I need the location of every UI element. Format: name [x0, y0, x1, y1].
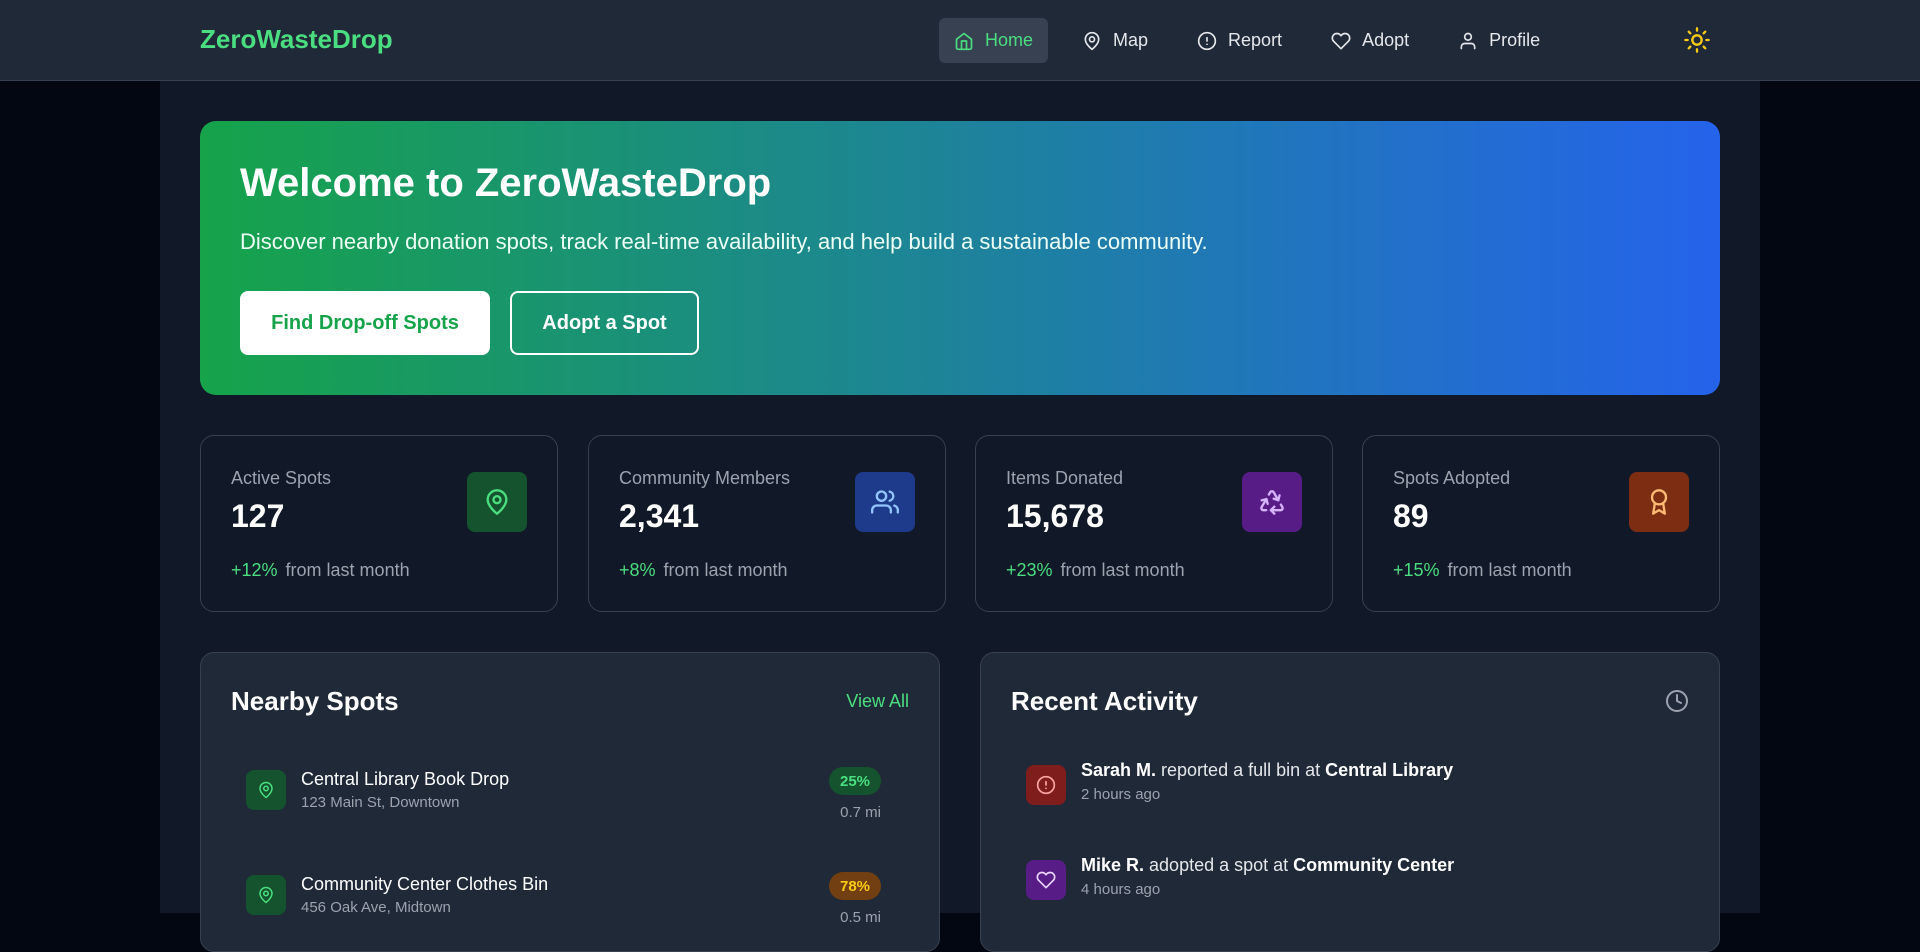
- recycle-icon: [1242, 472, 1302, 532]
- stat-value: 2,341: [619, 498, 700, 534]
- stat-suffix: from last month: [1060, 560, 1185, 580]
- list-item[interactable]: Central Library Book Drop 123 Main St, D…: [216, 753, 926, 823]
- hero-title: Welcome to ZeroWasteDrop: [240, 161, 772, 205]
- nav-item-home[interactable]: Home: [939, 18, 1049, 63]
- stat-label: Community Members: [619, 468, 791, 488]
- activity-place: Community Center: [1293, 855, 1455, 875]
- stat-card-spots-adopted: Spots Adopted 89 +15% from last month: [1362, 435, 1720, 612]
- hero-subtitle: Discover nearby donation spots, track re…: [240, 229, 1208, 254]
- stat-footer: +8% from last month: [619, 560, 788, 581]
- map-pin-icon: [1084, 31, 1100, 50]
- nav-item-label: Map: [1113, 30, 1149, 50]
- stat-footer: +12% from last month: [231, 560, 410, 581]
- activity-user: Mike R.: [1081, 855, 1145, 875]
- fill-level-badge: 78%: [829, 872, 881, 900]
- stat-card-active-spots: Active Spots 127 +12% from last month: [200, 435, 558, 612]
- heart-icon: [1331, 32, 1351, 50]
- stat-suffix: from last month: [285, 560, 410, 580]
- stat-card-items-donated: Items Donated 15,678 +23% from last month: [975, 435, 1333, 612]
- activity-action: adopted a spot at: [1144, 855, 1294, 875]
- activity-action: reported a full bin at: [1156, 760, 1326, 780]
- map-pin-icon: [246, 875, 286, 915]
- activity-item: Sarah M. reported a full bin at Central …: [996, 748, 1706, 818]
- activity-place: Central Library: [1325, 760, 1454, 780]
- spot-name: Central Library Book Drop: [301, 769, 510, 789]
- stat-card-community-members: Community Members 2,341 +8% from last mon…: [588, 435, 946, 612]
- view-all-link[interactable]: View All: [846, 691, 909, 712]
- nav-item-map[interactable]: Map: [1067, 18, 1163, 63]
- heart-icon: [1026, 860, 1066, 900]
- panel-title: Recent Activity: [1011, 686, 1198, 716]
- stat-label: Active Spots: [231, 468, 332, 488]
- user-icon: [1460, 32, 1476, 49]
- spot-distance: 0.5 mi: [840, 909, 881, 926]
- clock-icon: [1666, 690, 1688, 712]
- activity-text: Sarah M. reported a full bin at Central …: [1081, 760, 1453, 781]
- activity-text: Mike R. adopted a spot at Community Cent…: [1081, 855, 1454, 876]
- recent-activity-panel: Recent Activity Sarah M. reported a full…: [980, 652, 1720, 952]
- activity-time: 4 hours ago: [1081, 881, 1161, 898]
- activity-user: Sarah M.: [1081, 760, 1157, 780]
- nav-item-report[interactable]: Report: [1182, 18, 1297, 63]
- spot-address: 123 Main St, Downtown: [301, 794, 460, 811]
- stat-change: +23%: [1006, 560, 1053, 580]
- users-icon: [855, 472, 915, 532]
- nav-item-label: Profile: [1489, 30, 1541, 50]
- stat-footer: +15% from last month: [1393, 560, 1572, 581]
- stat-label: Items Donated: [1006, 468, 1124, 488]
- stat-footer: +23% from last month: [1006, 560, 1185, 581]
- nav-item-profile[interactable]: Profile: [1443, 18, 1555, 63]
- stat-change: +15%: [1393, 560, 1440, 580]
- activity-time: 2 hours ago: [1081, 786, 1161, 803]
- stat-suffix: from last month: [1447, 560, 1572, 580]
- top-navbar: ZeroWasteDrop Home Map Report Adopt Prof…: [0, 0, 1920, 81]
- sun-icon[interactable]: [1683, 26, 1711, 54]
- fill-level-badge: 25%: [829, 767, 881, 795]
- nav-item-label: Report: [1228, 30, 1283, 50]
- map-pin-icon: [246, 770, 286, 810]
- stat-value: 15,678: [1006, 498, 1104, 534]
- stat-change: +8%: [619, 560, 656, 580]
- panel-title: Nearby Spots: [231, 686, 399, 716]
- home-icon: [955, 32, 973, 50]
- hero-banner: Welcome to ZeroWasteDrop Discover nearby…: [200, 121, 1720, 395]
- stat-label: Spots Adopted: [1393, 468, 1511, 488]
- main-content: Welcome to ZeroWasteDrop Discover nearby…: [160, 81, 1760, 952]
- nav-item-label: Adopt: [1362, 30, 1410, 50]
- map-pin-icon: [467, 472, 527, 532]
- alert-circle-icon: [1197, 31, 1217, 50]
- stat-suffix: from last month: [663, 560, 788, 580]
- award-icon: [1629, 472, 1689, 532]
- nearby-spots-panel: Nearby Spots View All Central Library Bo…: [200, 652, 940, 952]
- alert-circle-icon: [1026, 765, 1066, 805]
- find-drop-off-spots-button[interactable]: Find Drop-off Spots: [240, 291, 490, 355]
- spot-name: Community Center Clothes Bin: [301, 874, 549, 894]
- stat-value: 127: [231, 498, 285, 534]
- nav-item-adopt[interactable]: Adopt: [1316, 18, 1424, 63]
- spot-address: 456 Oak Ave, Midtown: [301, 899, 451, 916]
- activity-item: Mike R. adopted a spot at Community Cent…: [996, 843, 1706, 913]
- spot-distance: 0.7 mi: [840, 804, 881, 821]
- brand-logo[interactable]: ZeroWasteDrop: [200, 24, 393, 55]
- list-item[interactable]: Community Center Clothes Bin 456 Oak Ave…: [216, 858, 926, 928]
- main-nav: Home Map Report Adopt Profile: [939, 18, 1574, 63]
- stat-value: 89: [1393, 498, 1429, 534]
- adopt-a-spot-button[interactable]: Adopt a Spot: [510, 291, 699, 355]
- nav-item-label: Home: [985, 30, 1034, 50]
- stat-change: +12%: [231, 560, 278, 580]
